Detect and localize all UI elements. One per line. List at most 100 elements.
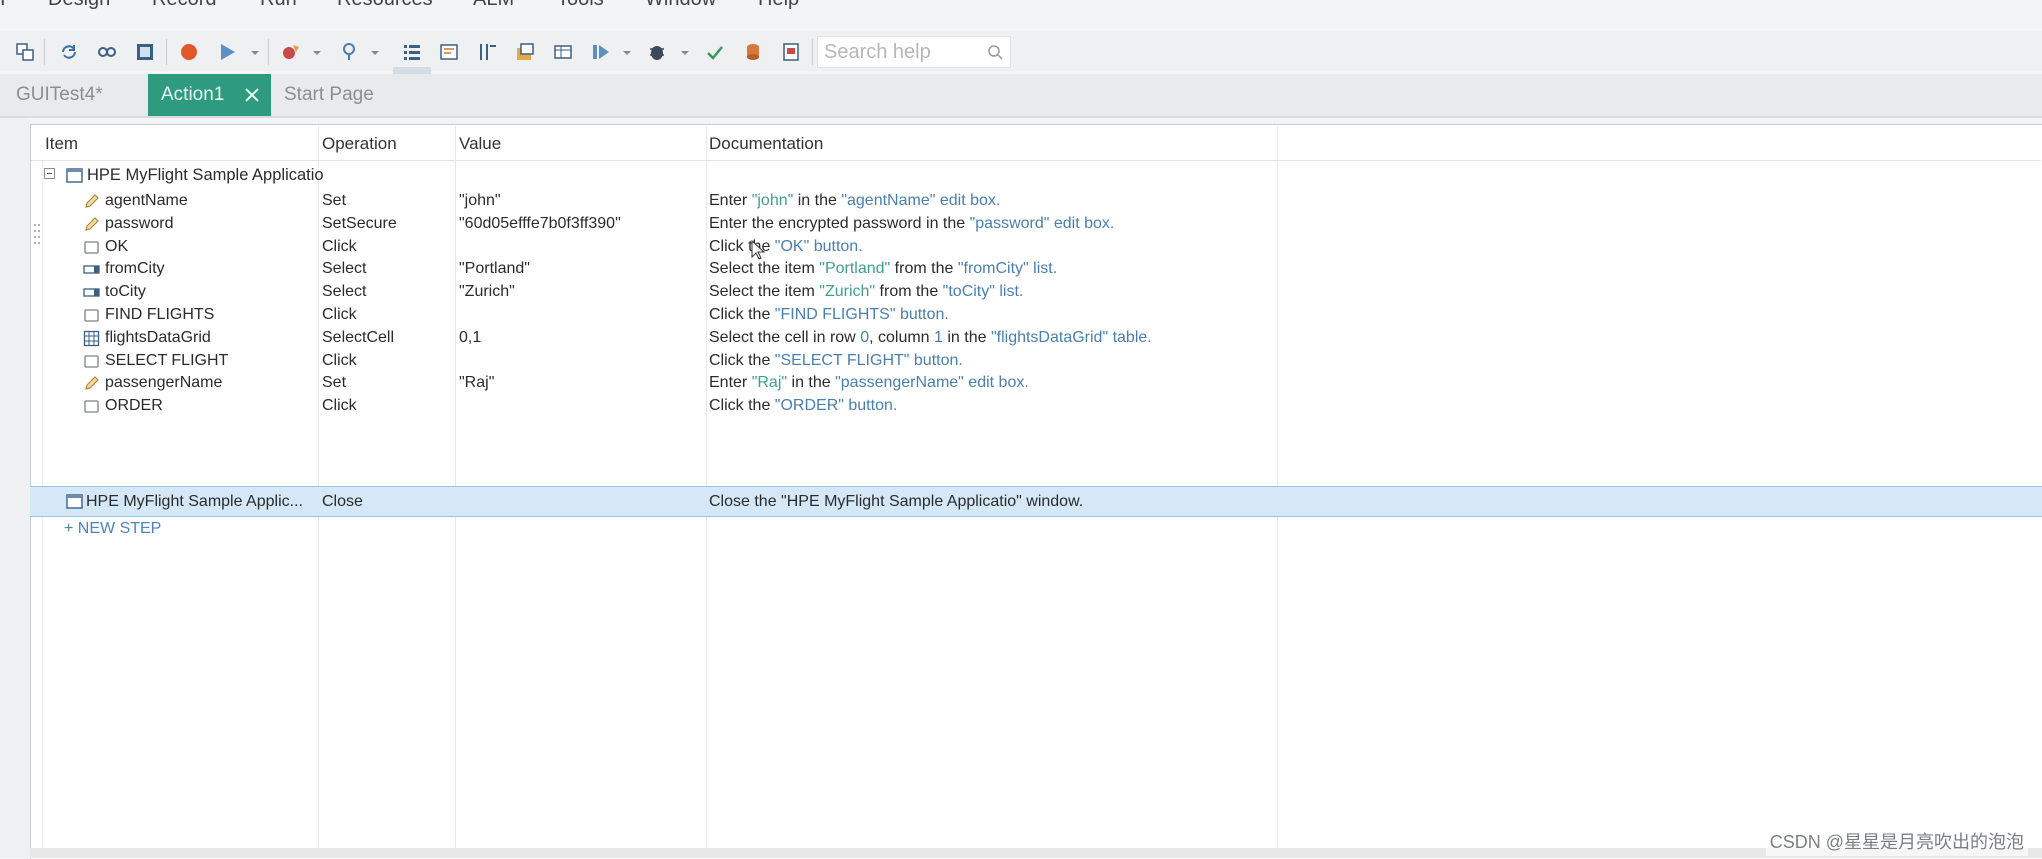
left-gutter	[0, 116, 30, 858]
menu-resources[interactable]: Resources	[337, 0, 433, 11]
table-row[interactable]: passengerName Set "Raj" Enter "Raj" in the …	[30, 372, 2042, 394]
editor-view-icon[interactable]	[436, 39, 462, 65]
database-icon[interactable]	[740, 39, 766, 65]
step-operation[interactable]: SelectCell	[322, 327, 394, 349]
menu-alm[interactable]: ALM	[473, 0, 514, 11]
step-value[interactable]: 0,1	[459, 327, 481, 349]
new-step-link[interactable]: + NEW STEP	[64, 520, 161, 538]
bug-dropdown-chevron-icon[interactable]	[680, 45, 690, 55]
run-icon[interactable]	[214, 39, 240, 65]
tab-label: Start Page	[284, 84, 374, 105]
column-header-documentation[interactable]: Documentation	[709, 134, 823, 154]
insert-step-icon[interactable]	[278, 39, 304, 65]
menu-design[interactable]: Design	[48, 0, 110, 11]
step-operation[interactable]: Set	[322, 372, 346, 394]
documentation-segment: Select the item	[709, 260, 820, 278]
report-icon[interactable]	[778, 39, 804, 65]
search-icon[interactable]	[986, 43, 1004, 61]
step-operation[interactable]: Select	[322, 281, 366, 303]
step-operation[interactable]: Click	[322, 304, 357, 326]
step-item: FIND FLIGHTS	[105, 306, 215, 323]
step-value[interactable]: "Zurich"	[459, 281, 515, 303]
step-documentation: Select the item "Portland" from the "fro…	[709, 258, 1057, 280]
close-icon[interactable]	[244, 87, 260, 103]
insert-dropdown-chevron-icon[interactable]	[312, 45, 322, 55]
documentation-segment: "password"	[969, 214, 1050, 232]
step-item: passengerName	[105, 374, 223, 392]
horizontal-scrollbar[interactable]	[30, 848, 2042, 858]
column-header-item[interactable]: Item	[45, 134, 78, 154]
step-documentation: Click the "FIND FLIGHTS" button.	[709, 304, 949, 326]
record-icon[interactable]	[176, 39, 202, 65]
table-row[interactable]: password SetSecure "60d05efffe7b0f3ff390" E…	[30, 213, 2042, 235]
documentation-segment: Enter	[709, 374, 752, 392]
step-value[interactable]: "Portland"	[459, 258, 530, 280]
step-operation[interactable]: Select	[322, 258, 366, 280]
table-row-parent[interactable]: HPE MyFlight Sample Applicatio	[30, 161, 2042, 190]
tab-start-page[interactable]: Start Page	[272, 74, 402, 116]
table-row[interactable]: SELECT FLIGHT Click Click the "SELECT FLIG…	[30, 350, 2042, 372]
table-row[interactable]: ORDER Click Click the "ORDER" button.	[30, 395, 2042, 417]
menu-record[interactable]: Record	[152, 0, 216, 11]
object-spy-icon[interactable]	[94, 39, 120, 65]
step-value[interactable]: "Raj"	[459, 372, 494, 394]
search-help-box[interactable]	[817, 36, 1011, 68]
document-tab-bar: GUITest4* Action1 Start Page	[0, 74, 2042, 118]
step-documentation: Enter the encrypted password in the "pas…	[709, 213, 1114, 235]
column-header-operation[interactable]: Operation	[322, 134, 397, 154]
documentation-segment: "toCity" list.	[942, 283, 1024, 301]
debug-dropdown-chevron-icon[interactable]	[622, 45, 632, 55]
step-item: HPE MyFlight Sample Applic...	[86, 493, 303, 510]
menu-tools[interactable]: Tools	[557, 0, 604, 11]
step-operation[interactable]: SetSecure	[322, 213, 397, 235]
step-operation[interactable]: Click	[322, 350, 357, 372]
checkpoint-dropdown-chevron-icon[interactable]	[370, 45, 380, 55]
table-row[interactable]: OK Click Click the "OK" button.	[30, 236, 2042, 258]
search-help-input[interactable]	[824, 41, 974, 63]
menu-window[interactable]: Window	[645, 0, 716, 11]
table-row[interactable]: fromCity Select "Portland" Select the item …	[30, 258, 2042, 280]
table-row[interactable]: flightsDataGrid SelectCell 0,1 Select the c…	[30, 327, 2042, 349]
step-operation[interactable]: Close	[322, 487, 363, 516]
documentation-segment: "fromCity" list.	[957, 260, 1058, 278]
documentation-segment: in the	[942, 328, 991, 346]
menu-help[interactable]: Help	[758, 0, 799, 11]
function-library-icon[interactable]	[512, 39, 538, 65]
documentation-segment: "Zurich"	[819, 283, 876, 301]
repository-icon[interactable]	[132, 39, 158, 65]
column-header-value[interactable]: Value	[459, 134, 501, 154]
tab-guitest4[interactable]: GUITest4*	[0, 74, 146, 116]
step-value[interactable]: "john"	[459, 190, 501, 212]
run-dropdown-chevron-icon[interactable]	[250, 45, 260, 55]
documentation-segment: "flightsDataGrid" table.	[990, 328, 1152, 346]
keyword-view-icon[interactable]	[399, 39, 425, 65]
table-row-selected[interactable]: HPE MyFlight Sample Applic... Close Clos…	[30, 486, 2042, 517]
step-operation[interactable]: Click	[322, 395, 357, 417]
documentation-segment: in the	[787, 374, 836, 392]
step-item: flightsDataGrid	[105, 328, 211, 346]
window-icon	[66, 493, 83, 510]
step-operation[interactable]: Set	[322, 190, 346, 212]
list-icon	[83, 261, 100, 278]
tab-action1[interactable]: Action1	[148, 74, 271, 116]
documentation-segment: Click the	[709, 397, 775, 415]
table-row[interactable]: toCity Select "Zurich" Select the item "Zur…	[30, 281, 2042, 303]
step-value[interactable]: "60d05efffe7b0f3ff390"	[459, 213, 621, 235]
documentation-segment: "OK" button.	[774, 237, 863, 255]
data-table-icon[interactable]	[550, 39, 576, 65]
table-row[interactable]: agentName Set "john" Enter "john" in the "a…	[30, 190, 2042, 212]
step-item: agentName	[105, 192, 188, 209]
step-operation[interactable]: Click	[322, 236, 357, 258]
toolbar-separator	[44, 39, 45, 65]
documentation-segment: 0	[860, 328, 870, 346]
step-generator-icon[interactable]	[474, 39, 500, 65]
table-row[interactable]: FIND FLIGHTS Click Click the "FIND FLIGHTS…	[30, 304, 2042, 326]
bug-icon[interactable]	[644, 39, 670, 65]
step-documentation: Click the "SELECT FLIGHT" button.	[709, 350, 963, 372]
refresh-icon[interactable]	[56, 39, 82, 65]
copy-icon[interactable]	[12, 39, 38, 65]
run-to-step-icon[interactable]	[588, 39, 614, 65]
menu-run[interactable]: Run	[260, 0, 297, 11]
checkpoint-icon[interactable]	[336, 39, 362, 65]
check-in-icon[interactable]	[702, 39, 728, 65]
